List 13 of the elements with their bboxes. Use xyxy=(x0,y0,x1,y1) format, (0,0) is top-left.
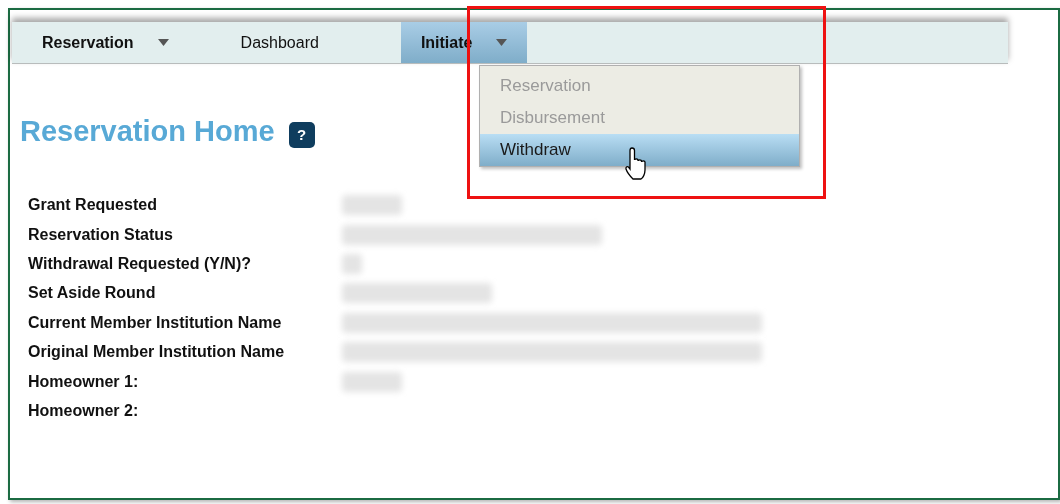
nav-tab[interactable]: Reservation xyxy=(30,22,181,63)
help-button[interactable]: ? xyxy=(288,121,315,148)
field-label: Homeowner 1: xyxy=(28,371,140,392)
field-label: Set Aside Round xyxy=(28,283,157,304)
page-title: Reservation Home xyxy=(20,114,275,149)
nav-tab[interactable]: Dashboard xyxy=(180,22,379,63)
field-label: Original Member Institution Name xyxy=(28,342,286,363)
field-label: Withdrawal Requested (Y/N)? xyxy=(28,253,252,274)
menu-item[interactable]: Withdraw xyxy=(480,134,799,166)
field-label: Reservation Status xyxy=(28,224,174,245)
field-label: Grant Requested xyxy=(28,195,158,216)
field-label: Homeowner 2: xyxy=(28,400,140,421)
field-label: Current Member Institution Name xyxy=(28,312,283,333)
